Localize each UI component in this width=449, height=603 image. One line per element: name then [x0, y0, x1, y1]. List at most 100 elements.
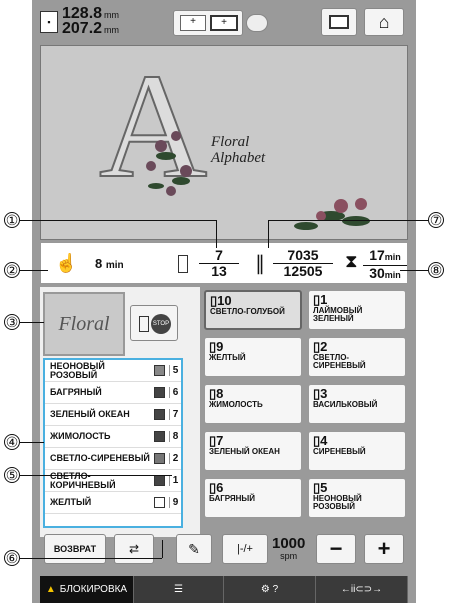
thread-color-button[interactable]: ▯5 НЕОНОВЫЙ РОЗОВЫЙ — [308, 478, 406, 518]
thread-color-button[interactable]: ▯10 СВЕТЛО-ГОЛУБОЙ — [204, 290, 302, 330]
callout-line-7 — [268, 220, 428, 221]
thread-color-button[interactable]: ▯2 СВЕТЛО-СИРЕНЕВЫЙ — [308, 337, 406, 377]
color-name: НЕОНОВЫЙ РОЗОВЫЙ — [313, 494, 362, 511]
callout-7: ⑦ — [428, 212, 444, 228]
callout-line-4 — [20, 442, 44, 443]
help-tab[interactable]: ⚙ ? — [224, 576, 316, 603]
bottom-toolbar: ВОЗВРАТ ⇄ ✎ |-/+ 1000 spm − + — [40, 530, 408, 570]
thread-color-button[interactable]: ▯4 СИРЕНЕВЫЙ — [308, 431, 406, 471]
color-name: ЖИМОЛОСТЬ — [50, 431, 111, 441]
thread-edit-button[interactable]: ✎ — [176, 534, 212, 564]
sort-icon: ⇄ — [128, 542, 140, 556]
needle-step-icon: |-/+ — [236, 543, 253, 555]
color-name: ВАСИЛЬКОВЫЙ — [313, 400, 378, 409]
color-name: НЕОНОВЫЙ РОЗОВЫЙ — [50, 360, 105, 380]
color-name: СВЕТЛО-ГОЛУБОЙ — [210, 307, 285, 316]
color-list-item: СВЕТЛО-КОРИЧНЕВЫЙ1 — [45, 470, 181, 492]
time-counter: 17min 30min — [363, 248, 407, 283]
thread-color-swatch — [154, 365, 165, 376]
stitch-counter: 7035 12505 — [273, 248, 333, 279]
thread-color-swatch — [154, 409, 165, 420]
callout-5: ⑤ — [4, 467, 20, 483]
color-list-item: БАГРЯНЫЙ 6 — [45, 382, 181, 404]
callout-line-7v — [268, 220, 269, 248]
thread-color-swatch — [154, 453, 165, 464]
return-button[interactable]: ВОЗВРАТ — [44, 534, 106, 564]
color-name: ЗЕЛЕНЫЙ ОКЕАН — [50, 409, 130, 419]
speed-display: 1000 spm — [272, 535, 306, 561]
home-icon: ⌂ — [378, 11, 390, 32]
color-sort-button[interactable]: ⇄ — [114, 534, 154, 564]
frame-extension-icon — [246, 14, 268, 32]
thread-color-button[interactable]: ▯8 ЖИМОЛОСТЬ — [204, 384, 302, 424]
spool-icon — [178, 255, 188, 273]
hourglass-icon: ⧗ — [345, 251, 358, 271]
thread-color-button[interactable]: ▯9 ЖЕЛТЫЙ — [204, 337, 302, 377]
hand-icon: ☝ — [55, 253, 78, 273]
color-list-item: ЗЕЛЕНЫЙ ОКЕАН 7 — [45, 404, 181, 426]
lock-tab[interactable]: ▲ БЛОКИРОВКА — [40, 576, 134, 603]
dimensions-display: ▪ 128.8 mm 207.2 mm — [40, 6, 172, 38]
color-name: СВЕТЛО-СИРЕНЕВЫЙ — [50, 453, 150, 463]
embroidery-preview: A Floral Alphabet — [40, 45, 408, 240]
thread-color-swatch — [154, 387, 165, 398]
callout-line-2 — [20, 270, 48, 271]
color-list-item: ЖЕЛТЫЙ 9 — [45, 492, 181, 514]
color-counter: 7 13 — [199, 248, 239, 279]
color-name: ЗЕЛЕНЫЙ ОКЕАН — [209, 447, 280, 456]
color-sequence-list[interactable]: НЕОНОВЫЙ РОЗОВЫЙ 5 БАГРЯНЫЙ 6 ЗЕЛЕНЫЙ ОКЕАН 7… — [43, 358, 183, 528]
color-name: БАГРЯНЫЙ — [50, 387, 102, 397]
color-list-item: НЕОНОВЫЙ РОЗОВЫЙ 5 — [45, 360, 181, 382]
color-list-item: СВЕТЛО-СИРЕНЕВЫЙ 2 — [45, 448, 181, 470]
needle-icon: ∥ — [255, 253, 265, 275]
callout-line-1v — [216, 220, 217, 248]
callout-line-3 — [20, 322, 44, 323]
color-name: ЖЕЛТЫЙ — [50, 497, 92, 507]
color-number: 1 — [169, 475, 181, 486]
speed-minus-button[interactable]: − — [316, 534, 356, 564]
thread-color-swatch — [154, 497, 165, 508]
callout-4: ④ — [4, 434, 20, 450]
frame-large-icon: + — [210, 15, 238, 31]
color-number: 5 — [169, 365, 181, 376]
warning-icon: ▲ — [45, 584, 56, 595]
color-number: 7 — [169, 409, 181, 420]
stop-icon: STOP — [151, 314, 171, 334]
color-list-item: ЖИМОЛОСТЬ 8 — [45, 426, 181, 448]
speed-plus-button[interactable]: + — [364, 534, 404, 564]
callout-line-1 — [20, 220, 216, 221]
callout-line-6v — [162, 540, 163, 558]
callout-line-5 — [20, 475, 172, 476]
color-name: ЛАЙМОВЫЙ ЗЕЛЕНЫЙ — [313, 306, 363, 323]
stitch-step-button[interactable]: |-/+ — [222, 534, 268, 564]
thread-color-swatch — [154, 475, 165, 486]
time-to-stop: 8 — [95, 256, 103, 271]
color-name: ЖИМОЛОСТЬ — [209, 400, 263, 409]
frame-indicator: + + — [173, 10, 243, 36]
thread-tab[interactable]: ←ii⊂⊃→ — [316, 576, 408, 603]
thread-color-button[interactable]: ▯3 ВАСИЛЬКОВЫЙ — [308, 384, 406, 424]
machine-help-icon: ⚙ ? — [260, 584, 279, 595]
stop-button[interactable]: STOP — [130, 305, 178, 341]
frame-small-icon: + — [180, 15, 206, 31]
thread-color-button[interactable]: ▯1 ЛАЙМОВЫЙ ЗЕЛЕНЫЙ — [308, 290, 406, 330]
size-icon: ▪ — [40, 11, 58, 33]
preview-text: Floral Alphabet — [211, 134, 266, 166]
color-name: СИРЕНЕВЫЙ — [313, 447, 366, 456]
thread-color-button[interactable]: ▯6 БАГРЯНЫЙ — [204, 478, 302, 518]
list-tab[interactable]: ☰ — [134, 576, 224, 603]
thread-color-button[interactable]: ▯7 ЗЕЛЕНЫЙ ОКЕАН — [204, 431, 302, 471]
width-value: 207.2 — [62, 20, 103, 37]
home-button[interactable]: ⌂ — [364, 8, 404, 36]
callout-8: ⑧ — [428, 262, 444, 278]
bottom-tab-bar: ▲ БЛОКИРОВКА ☰ ⚙ ? ←ii⊂⊃→ — [40, 576, 408, 603]
callout-6: ⑥ — [4, 550, 20, 566]
callout-line-8 — [400, 270, 428, 271]
thread-flow-icon: ←ii⊂⊃→ — [340, 584, 383, 595]
color-name: БАГРЯНЫЙ — [209, 494, 256, 503]
color-buttons-grid: ▯10 СВЕТЛО-ГОЛУБОЙ ▯1 ЛАЙМОВЫЙ ЗЕЛЕНЫЙ ▯9 ЖЕЛ… — [204, 290, 408, 526]
embroidery-settings-button[interactable] — [321, 8, 357, 36]
color-name: ЖЕЛТЫЙ — [209, 353, 246, 362]
callout-1: ① — [4, 212, 20, 228]
pattern-thumbnail: Floral — [43, 292, 125, 356]
